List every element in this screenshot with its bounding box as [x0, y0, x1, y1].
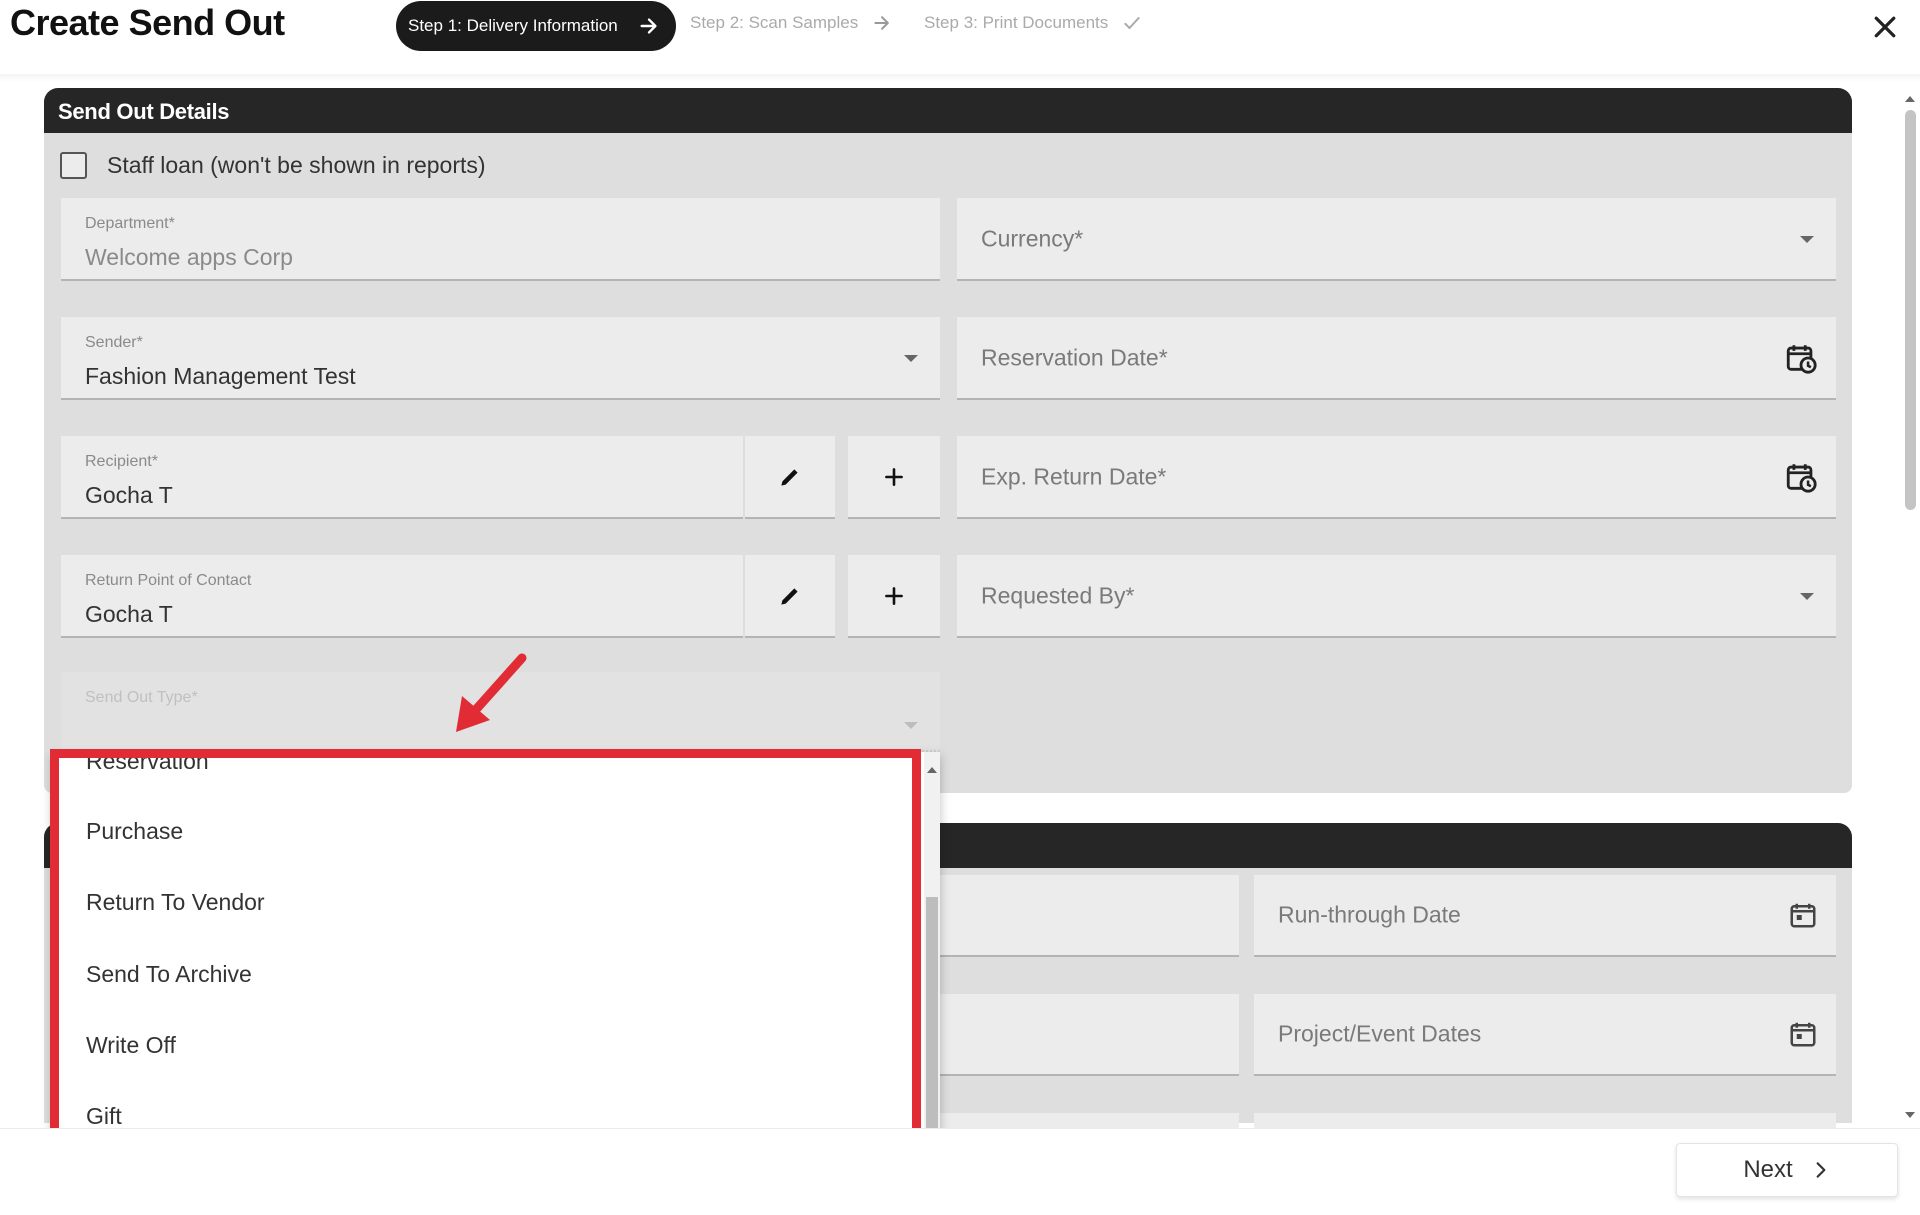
calendar-icon[interactable]	[1788, 1019, 1818, 1049]
chevron-down-icon	[904, 722, 918, 730]
menu-option-write-off[interactable]: Write Off	[86, 1032, 176, 1059]
sender-value: Fashion Management Test	[85, 363, 356, 389]
menu-option-gift[interactable]: Gift	[86, 1103, 122, 1130]
arrow-right-icon	[640, 18, 657, 34]
requested-by-placeholder: Requested By*	[981, 582, 1135, 608]
scrollbar-thumb[interactable]	[926, 897, 938, 1142]
staff-loan-checkbox[interactable]	[60, 152, 87, 179]
calendar-icon[interactable]	[1788, 900, 1818, 930]
menu-option-return-to-vendor[interactable]: Return To Vendor	[86, 889, 265, 916]
calendar-clock-icon[interactable]	[1784, 341, 1818, 375]
chevron-down-icon	[1800, 592, 1814, 600]
calendar-clock-icon[interactable]	[1784, 460, 1818, 494]
menu-option-send-to-archive[interactable]: Send To Archive	[86, 961, 252, 988]
step-label: Step 2: Scan Samples	[690, 13, 859, 32]
plus-icon	[885, 467, 903, 486]
chevron-right-icon	[1816, 1162, 1826, 1178]
pencil-icon	[781, 587, 798, 605]
edit-recipient-button[interactable]	[745, 436, 835, 519]
next-button[interactable]: Next	[1676, 1143, 1898, 1197]
second-section-field-left-2[interactable]	[940, 994, 1239, 1076]
reservation-date-placeholder: Reservation Date*	[981, 344, 1168, 370]
scroll-up-arrow-icon[interactable]	[927, 767, 937, 773]
department-label: Department*	[85, 215, 175, 232]
department-value: Welcome apps Corp	[85, 244, 293, 270]
section-title: Send Out Details	[44, 88, 1852, 133]
sender-select[interactable]: Sender* Fashion Management Test	[61, 317, 940, 400]
project-event-dates-placeholder: Project/Event Dates	[1278, 1020, 1482, 1047]
staff-loan-row: Staff loan (won't be shown in reports)	[60, 152, 486, 179]
staff-loan-label: Staff loan (won't be shown in reports)	[107, 152, 486, 178]
requested-by-select[interactable]: Requested By*	[957, 555, 1836, 638]
second-section-field-right-3	[1254, 1113, 1836, 1128]
scrollbar-thumb[interactable]	[1905, 110, 1916, 510]
menu-scrollbar[interactable]	[924, 752, 940, 1165]
footer-bar	[0, 1128, 1920, 1215]
recipient-label: Recipient*	[85, 453, 158, 470]
add-return-contact-button[interactable]	[848, 555, 940, 638]
run-through-date-placeholder: Run-through Date	[1278, 901, 1461, 928]
arrow-right-icon	[874, 16, 890, 30]
step-scan-samples[interactable]: Step 2: Scan Samples	[690, 13, 892, 33]
chevron-down-icon	[1800, 235, 1814, 243]
return-contact-label: Return Point of Contact	[85, 572, 252, 589]
plus-icon	[885, 586, 903, 605]
recipient-field[interactable]: Recipient* Gocha T	[61, 436, 743, 519]
annotation-arrow-icon	[456, 653, 527, 732]
project-event-dates-field[interactable]: Project/Event Dates	[1254, 994, 1836, 1076]
add-recipient-button[interactable]	[848, 436, 940, 519]
second-section-field-left-3	[940, 1113, 1239, 1128]
page-scrollbar[interactable]	[1900, 92, 1920, 1122]
page-title: Create Send Out	[10, 2, 285, 43]
second-section-field-left[interactable]	[940, 875, 1239, 957]
scroll-down-arrow-icon[interactable]	[1905, 1112, 1915, 1118]
run-through-date-field[interactable]: Run-through Date	[1254, 875, 1836, 957]
exp-return-date-placeholder: Exp. Return Date*	[981, 463, 1167, 489]
step-label: Step 1: Delivery Information	[408, 16, 618, 35]
menu-option-reservation[interactable]: Reservation	[86, 752, 209, 775]
step-delivery-information[interactable]: Step 1: Delivery Information	[396, 1, 676, 51]
header-divider	[0, 74, 1920, 82]
department-field[interactable]: Department* Welcome apps Corp	[61, 198, 940, 281]
step-print-documents[interactable]: Step 3: Print Documents	[924, 13, 1142, 33]
next-label: Next	[1743, 1156, 1793, 1183]
close-icon[interactable]	[1870, 12, 1900, 42]
return-contact-field[interactable]: Return Point of Contact Gocha T	[61, 555, 743, 638]
send-out-type-label: Send Out Type*	[85, 689, 198, 706]
currency-select[interactable]: Currency*	[957, 198, 1836, 281]
currency-placeholder: Currency*	[981, 225, 1084, 251]
exp-return-date-field[interactable]: Exp. Return Date*	[957, 436, 1836, 519]
pencil-icon	[781, 468, 798, 486]
recipient-value: Gocha T	[85, 482, 173, 508]
reservation-date-field[interactable]: Reservation Date*	[957, 317, 1836, 400]
scroll-up-arrow-icon[interactable]	[1905, 96, 1915, 102]
send-out-type-menu: Reservation Purchase Return To Vendor Se…	[52, 752, 940, 1165]
chevron-down-icon	[904, 354, 918, 362]
menu-option-purchase[interactable]: Purchase	[86, 818, 183, 845]
return-contact-value: Gocha T	[85, 601, 173, 627]
edit-return-contact-button[interactable]	[745, 555, 835, 638]
step-label: Step 3: Print Documents	[924, 13, 1109, 32]
check-icon	[1124, 17, 1140, 29]
sender-label: Sender*	[85, 334, 143, 351]
